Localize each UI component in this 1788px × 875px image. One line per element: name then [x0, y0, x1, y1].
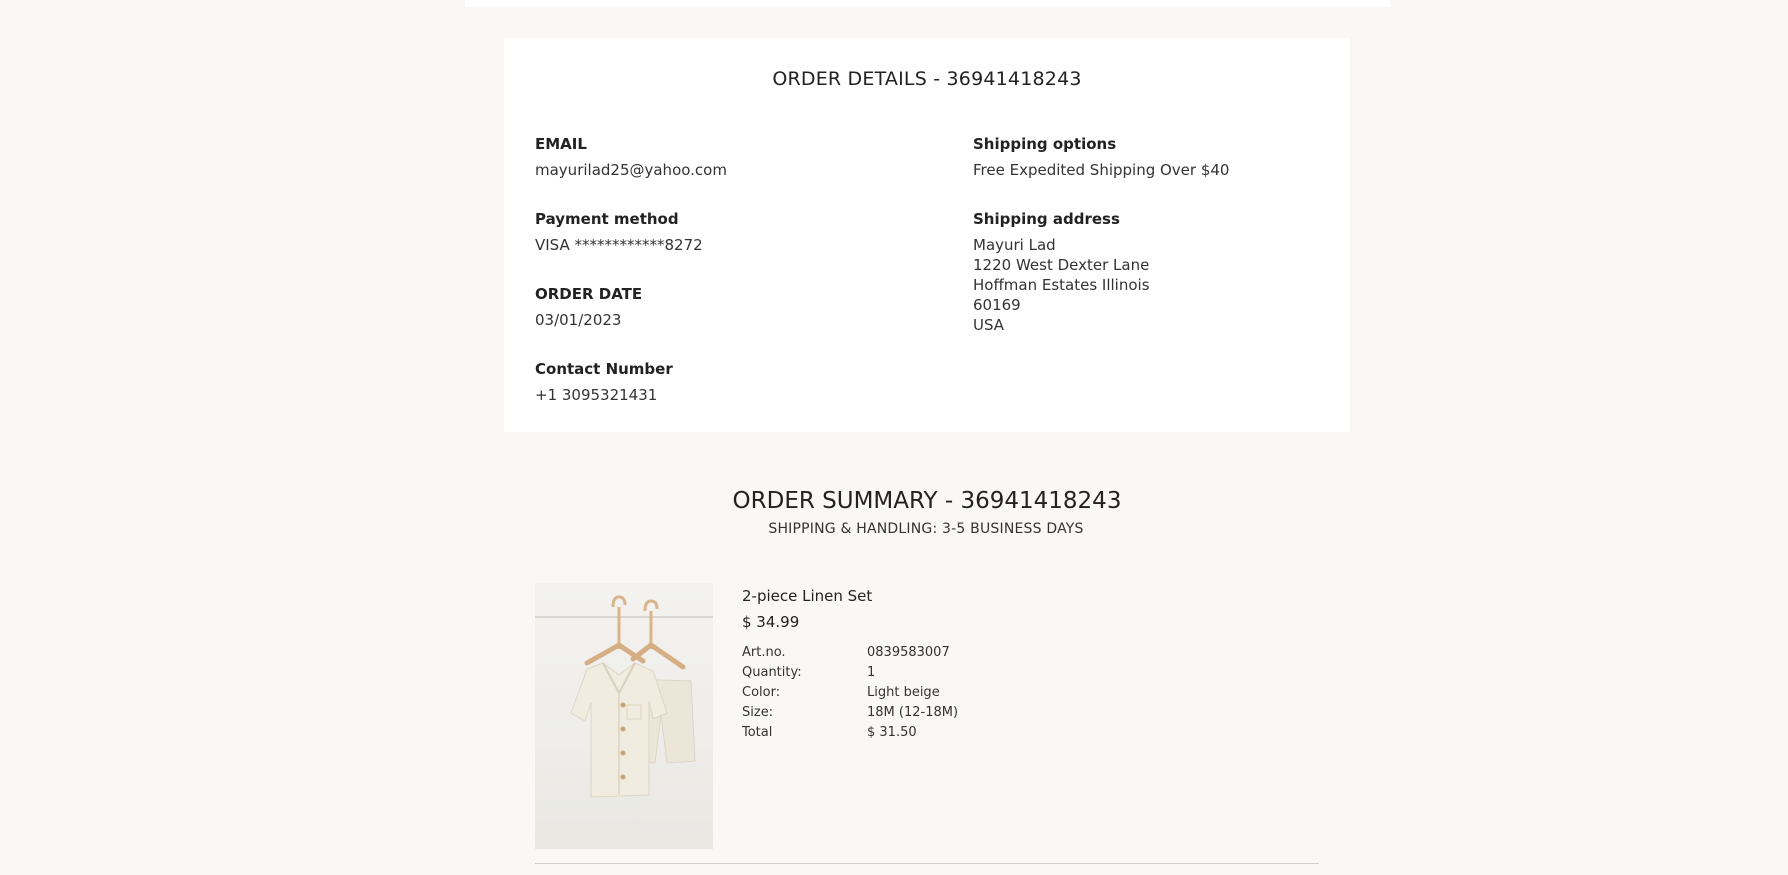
top-panel-edge — [465, 0, 1390, 7]
shipping-address-label: Shipping address — [973, 210, 1120, 228]
email-value: mayurilad25@yahoo.com — [535, 161, 727, 179]
email-field: EMAIL mayurilad25@yahoo.com — [535, 134, 727, 180]
payment-method-value: VISA ************8272 — [535, 236, 703, 254]
shipping-address-field: Shipping address Mayuri Lad 1220 West De… — [973, 209, 1150, 335]
address-city-state: Hoffman Estates Illinois — [973, 276, 1150, 294]
spec-value: Light beige — [867, 685, 940, 700]
order-details-card: ORDER DETAILS - 36941418243 EMAIL mayuri… — [504, 38, 1350, 432]
spec-value: 0839583007 — [867, 645, 950, 660]
shipping-address-value: Mayuri Lad 1220 West Dexter Lane Hoffman… — [973, 235, 1150, 335]
contact-number-value: +1 3095321431 — [535, 386, 658, 404]
shipping-options-label: Shipping options — [973, 135, 1117, 153]
spec-key: Quantity: — [742, 665, 802, 680]
shipping-options-field: Shipping options Free Expedited Shipping… — [973, 134, 1229, 180]
product-image[interactable] — [535, 583, 713, 849]
spec-value: 18M (12-18M) — [867, 705, 959, 720]
order-date-value: 03/01/2023 — [535, 311, 622, 329]
spec-key: Total — [742, 725, 773, 740]
spec-key: Color: — [742, 685, 781, 700]
summary-divider — [535, 863, 1319, 864]
order-details-title: ORDER DETAILS - 36941418243 — [772, 68, 1082, 90]
linen-set-illustration — [535, 595, 713, 798]
spec-value: $ 31.50 — [867, 725, 917, 740]
payment-method-field: Payment method VISA ************8272 — [535, 209, 703, 255]
order-summary-title: ORDER SUMMARY - 36941418243 — [732, 488, 1122, 514]
spec-row-art-no: Art.no. 0839583007 — [742, 643, 958, 663]
spec-row-size: Size: 18M (12-18M) — [742, 703, 958, 723]
product-price: $ 34.99 — [742, 613, 800, 631]
order-date-field: ORDER DATE 03/01/2023 — [535, 284, 642, 330]
spec-row-total: Total $ 31.50 — [742, 723, 958, 743]
address-street: 1220 West Dexter Lane — [973, 256, 1150, 274]
payment-method-label: Payment method — [535, 210, 679, 228]
shipping-options-value: Free Expedited Shipping Over $40 — [973, 161, 1230, 179]
product-name[interactable]: 2-piece Linen Set — [742, 587, 872, 605]
spec-value: 1 — [867, 665, 876, 680]
spec-key: Size: — [742, 705, 774, 720]
product-specs-table: Art.no. 0839583007 Quantity: 1 Color: Li… — [742, 643, 958, 743]
address-name: Mayuri Lad — [973, 236, 1056, 254]
contact-number-field: Contact Number +1 3095321431 — [535, 359, 673, 405]
contact-number-label: Contact Number — [535, 360, 673, 378]
shipping-handling-note: SHIPPING & HANDLING: 3-5 BUSINESS DAYS — [768, 521, 1084, 537]
order-date-label: ORDER DATE — [535, 285, 643, 303]
spec-key: Art.no. — [742, 645, 786, 660]
spec-row-quantity: Quantity: 1 — [742, 663, 958, 683]
email-label: EMAIL — [535, 135, 587, 153]
address-zip: 60169 — [973, 296, 1021, 314]
address-country: USA — [973, 316, 1005, 334]
spec-row-color: Color: Light beige — [742, 683, 958, 703]
